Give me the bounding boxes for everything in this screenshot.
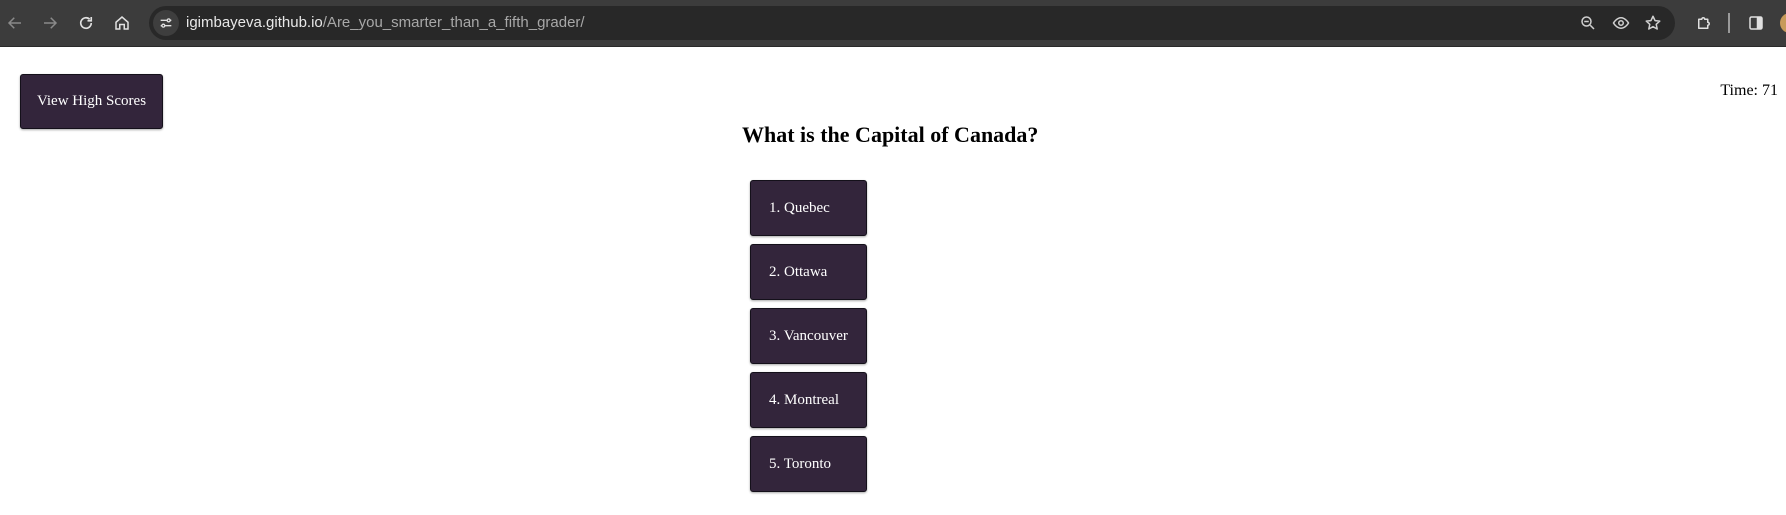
star-icon: [1645, 15, 1661, 30]
reload-icon: [79, 16, 93, 30]
reload-button[interactable]: [74, 11, 98, 35]
timer-value: 71: [1762, 82, 1778, 99]
timer: Time: 71: [1720, 82, 1778, 100]
home-button[interactable]: [110, 11, 134, 35]
zoom-button[interactable]: [1578, 13, 1598, 33]
tune-icon: [160, 18, 172, 28]
forward-button[interactable]: [38, 11, 62, 35]
arrow-right-icon: [44, 17, 58, 29]
toolbar-divider: [1728, 13, 1730, 33]
browser-toolbar: igimbayeva.github.io/Are_you_smarter_tha…: [0, 0, 1786, 47]
page-content: View High Scores Time: 71 What is the Ca…: [0, 47, 1786, 515]
extensions-button[interactable]: [1693, 12, 1715, 34]
question-heading: What is the Capital of Canada?: [742, 122, 1039, 147]
home-icon: [115, 16, 129, 30]
back-button[interactable]: [3, 11, 27, 35]
url-text[interactable]: igimbayeva.github.io/Are_you_smarter_tha…: [186, 6, 585, 40]
profile-avatar[interactable]: [1780, 13, 1786, 33]
timer-label: Time:: [1720, 82, 1758, 99]
arrow-left-icon: [7, 17, 21, 29]
site-info-button[interactable]: [153, 10, 179, 36]
reading-mode-button[interactable]: [1611, 13, 1631, 33]
view-high-scores-button[interactable]: View High Scores: [20, 74, 163, 129]
answer-choice-2[interactable]: 2. Ottawa: [750, 244, 867, 300]
address-bar[interactable]: igimbayeva.github.io/Are_you_smarter_tha…: [149, 6, 1675, 40]
answer-choices: 1. Quebec 2. Ottawa 3. Vancouver 4. Mont…: [750, 180, 867, 492]
answer-choice-3[interactable]: 3. Vancouver: [750, 308, 867, 364]
url-path: /Are_you_smarter_than_a_fifth_grader/: [322, 14, 585, 31]
zoom-out-icon: [1581, 16, 1595, 30]
url-host: igimbayeva.github.io: [186, 14, 323, 31]
side-panel-icon: [1749, 16, 1763, 30]
eye-icon: [1612, 16, 1630, 30]
puzzle-icon: [1698, 17, 1710, 29]
bookmark-button[interactable]: [1643, 13, 1663, 33]
answer-choice-5[interactable]: 5. Toronto: [750, 436, 867, 492]
answer-choice-1[interactable]: 1. Quebec: [750, 180, 867, 236]
side-panel-button[interactable]: [1745, 12, 1767, 34]
answer-choice-4[interactable]: 4. Montreal: [750, 372, 867, 428]
